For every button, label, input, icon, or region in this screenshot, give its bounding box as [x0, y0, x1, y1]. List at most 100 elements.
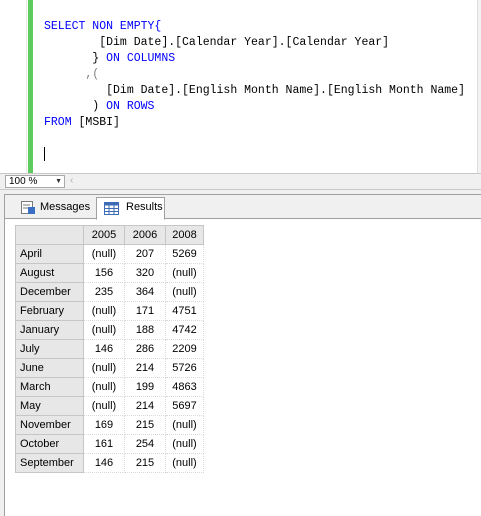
code-token: [MSBI]	[78, 116, 120, 129]
row-header[interactable]: January	[15, 320, 84, 340]
row-header[interactable]: March	[15, 377, 84, 397]
results-tabstrip: Messages Results	[5, 195, 481, 220]
table-row[interactable]: March (null) 199 4863	[15, 377, 204, 397]
query-editor[interactable]: SELECT NON EMPTY{ [Dim Date].[Calendar Y…	[0, 0, 481, 173]
code-token: ON COLUMNS	[106, 52, 176, 65]
results-grid[interactable]: 2005 2006 2008 April (null) 207 5269 August 156…	[15, 225, 204, 473]
row-header[interactable]: May	[15, 396, 84, 416]
row-header[interactable]: October	[15, 434, 84, 454]
results-pane: Messages Results 2005 2006 2008 April (n…	[0, 190, 481, 516]
row-header[interactable]: August	[15, 263, 84, 283]
chevron-down-icon: ▼	[55, 178, 62, 185]
grid-cell[interactable]: (null)	[165, 415, 204, 435]
grid-cell[interactable]: (null)	[165, 263, 204, 283]
grid-cell[interactable]: (null)	[83, 396, 125, 416]
column-header[interactable]: 2005	[83, 225, 125, 245]
grid-cell[interactable]: 214	[124, 358, 166, 378]
grid-cell[interactable]: 171	[124, 301, 166, 321]
grid-cell[interactable]: (null)	[165, 434, 204, 454]
table-row[interactable]: August 156 320 (null)	[15, 263, 204, 283]
grid-cell[interactable]: 320	[124, 263, 166, 283]
row-header[interactable]: September	[15, 453, 84, 473]
tab-messages[interactable]: Messages	[13, 198, 97, 219]
grid-cell[interactable]: (null)	[165, 453, 204, 473]
grid-cell[interactable]: 2209	[165, 339, 204, 359]
code-line: ,(	[44, 67, 465, 83]
grid-cell[interactable]: 199	[124, 377, 166, 397]
scroll-left-icon[interactable]: ‹	[70, 175, 73, 186]
table-row[interactable]: January (null) 188 4742	[15, 320, 204, 340]
row-header[interactable]: December	[15, 282, 84, 302]
column-header[interactable]: 2006	[124, 225, 166, 245]
row-header[interactable]: November	[15, 415, 84, 435]
code-line: } ON COLUMNS	[44, 51, 465, 67]
code-token: )	[44, 100, 107, 113]
tab-messages-label: Messages	[40, 201, 91, 213]
table-row[interactable]: September 146 215 (null)	[15, 453, 204, 473]
change-tracking-bar	[28, 0, 33, 173]
grid-cell[interactable]: 4751	[165, 301, 204, 321]
grid-cell[interactable]: 215	[124, 453, 166, 473]
grid-cell[interactable]: 364	[124, 282, 166, 302]
grid-cell[interactable]: (null)	[83, 377, 125, 397]
table-row[interactable]: May (null) 214 5697	[15, 396, 204, 416]
code-line: SELECT NON EMPTY{	[44, 19, 465, 35]
code-token: SELECT NON EMPTY{	[44, 20, 162, 33]
row-header[interactable]: April	[15, 244, 84, 264]
table-row[interactable]: June (null) 214 5726	[15, 358, 204, 378]
grid-cell[interactable]: 5697	[165, 396, 204, 416]
zoom-bar: 100 % ▼ ‹	[0, 173, 481, 190]
code-token: FROM	[44, 116, 79, 129]
code-token: ,(	[44, 68, 100, 81]
zoom-dropdown[interactable]: 100 % ▼	[5, 175, 65, 188]
row-header[interactable]: July	[15, 339, 84, 359]
table-row[interactable]: April (null) 207 5269	[15, 244, 204, 264]
grid-cell[interactable]: 214	[124, 396, 166, 416]
code-token: [Dim Date].[Calendar Year].[Calendar Yea…	[44, 36, 390, 49]
code-token: [Dim Date].[English Month Name].[English…	[44, 84, 465, 97]
grid-cell[interactable]: 4742	[165, 320, 204, 340]
tab-results[interactable]: Results	[96, 197, 165, 220]
grid-cell[interactable]: 146	[83, 453, 125, 473]
grid-cell[interactable]: (null)	[165, 282, 204, 302]
grid-cell[interactable]: (null)	[83, 320, 125, 340]
grid-corner[interactable]	[15, 225, 84, 245]
grid-cell[interactable]: 5269	[165, 244, 204, 264]
grid-cell[interactable]: 4863	[165, 377, 204, 397]
editor-scrollbar[interactable]	[477, 0, 481, 173]
grid-cell[interactable]: 161	[83, 434, 125, 454]
table-row[interactable]: November 169 215 (null)	[15, 415, 204, 435]
messages-icon	[21, 201, 35, 214]
row-header[interactable]: February	[15, 301, 84, 321]
grid-cell[interactable]: 156	[83, 263, 125, 283]
text-caret	[44, 147, 45, 161]
grid-cell[interactable]: 207	[124, 244, 166, 264]
column-header[interactable]: 2008	[165, 225, 204, 245]
table-row[interactable]: October 161 254 (null)	[15, 434, 204, 454]
grid-cell[interactable]: 169	[83, 415, 125, 435]
code-token: }	[44, 52, 107, 65]
tab-results-label: Results	[126, 201, 163, 213]
grid-cell[interactable]: 188	[124, 320, 166, 340]
grid-cell[interactable]: 5726	[165, 358, 204, 378]
grid-cell[interactable]: 146	[83, 339, 125, 359]
zoom-value: 100 %	[9, 176, 38, 187]
grid-cell[interactable]: 286	[124, 339, 166, 359]
code-token: ON ROWS	[106, 100, 155, 113]
grid-cell[interactable]: 235	[83, 282, 125, 302]
editor-gutter	[0, 0, 27, 173]
table-row[interactable]: February (null) 171 4751	[15, 301, 204, 321]
query-text[interactable]: SELECT NON EMPTY{ [Dim Date].[Calendar Y…	[44, 19, 465, 131]
grid-icon	[104, 202, 119, 215]
grid-cell[interactable]: (null)	[83, 358, 125, 378]
code-line: [Dim Date].[English Month Name].[English…	[44, 83, 465, 99]
table-row[interactable]: July 146 286 2209	[15, 339, 204, 359]
grid-cell[interactable]: 215	[124, 415, 166, 435]
row-header[interactable]: June	[15, 358, 84, 378]
grid-cell[interactable]: (null)	[83, 301, 125, 321]
results-frame: Messages Results 2005 2006 2008 April (n…	[4, 194, 481, 516]
grid-cell[interactable]: 254	[124, 434, 166, 454]
grid-cell[interactable]: (null)	[83, 244, 125, 264]
table-row[interactable]: December 235 364 (null)	[15, 282, 204, 302]
code-line: ) ON ROWS	[44, 99, 465, 115]
